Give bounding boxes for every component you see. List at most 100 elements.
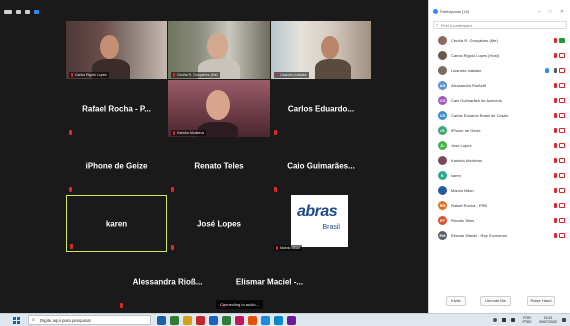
taskbar-app-icon[interactable] [222, 316, 231, 325]
video-tile[interactable]: Carlos Rigolo Lopes [66, 21, 167, 79]
security-shield-icon[interactable] [4, 10, 12, 14]
participant-tile[interactable]: Caio Guimarães... [271, 138, 371, 194]
video-tile[interactable]: Lisandro Inakake [271, 21, 371, 79]
video-off-icon[interactable] [559, 53, 565, 58]
taskbar-app-icon[interactable] [274, 316, 283, 325]
participant-name: Alessandra Rioßeiff [451, 83, 486, 88]
maximize-icon[interactable]: □ [549, 8, 552, 16]
participant-row[interactable]: AR Alessandra Rioßeiff [429, 78, 570, 93]
muted-mic-icon [274, 130, 277, 135]
participant-row[interactable]: RR Rafael Rocha - PRB [429, 198, 570, 213]
taskbar-app-icon[interactable] [209, 316, 218, 325]
video-tile[interactable]: Cecília R. Gonçalves (Me) [168, 21, 270, 79]
mic-icon[interactable] [554, 68, 557, 73]
muted-mic-icon[interactable] [554, 113, 557, 118]
windows-start-icon[interactable] [13, 317, 20, 324]
muted-mic-icon[interactable] [554, 158, 557, 163]
participant-list: Cecília R. Gonçalves (Me) Carlos Rigolo L… [429, 33, 570, 243]
participant-name: Carlos Eduardo... [287, 104, 355, 113]
taskbar-app-icon[interactable] [196, 316, 205, 325]
menu-icon[interactable] [16, 10, 21, 14]
taskbar-app-icon[interactable] [248, 316, 257, 325]
taskbar-app-icon[interactable] [183, 316, 192, 325]
avatar: JL [438, 141, 447, 150]
participant-tile[interactable]: Alessandra Rioß... [117, 253, 218, 310]
muted-mic-icon[interactable] [554, 143, 557, 148]
muted-mic-icon[interactable] [554, 218, 557, 223]
raise-hand-button[interactable]: Raise Hand [527, 296, 555, 306]
participant-row[interactable]: EM Elismar Maciel - Rep Enviromm [429, 228, 570, 243]
video-tile[interactable]: Karinka Modeiros [168, 80, 270, 137]
muted-mic-icon[interactable] [554, 98, 557, 103]
participant-name: iPhone de Geize [85, 161, 148, 171]
video-on-icon[interactable] [559, 38, 565, 43]
participant-row[interactable]: Karinka Modeiros [429, 153, 570, 168]
minimize-icon[interactable]: – [538, 8, 541, 16]
video-off-icon[interactable] [559, 233, 565, 238]
muted-mic-icon[interactable] [554, 173, 557, 178]
people-icon[interactable] [493, 318, 497, 322]
video-off-icon[interactable] [559, 98, 565, 103]
panel-footer: Invite Unmute Me Raise Hand [429, 296, 570, 308]
muted-mic-icon [171, 245, 174, 250]
participant-tile[interactable]: Carlos Eduardo... [271, 80, 371, 137]
video-tile[interactable]: abras Brasil Marcio Milan [271, 195, 371, 252]
participant-row[interactable]: Kkaren [429, 168, 570, 183]
participant-row[interactable]: Carlos Rigolo Lopes (Host) [429, 48, 570, 63]
participant-tile[interactable]: José Lopes [168, 195, 270, 252]
avatar: CG [438, 96, 447, 105]
volume-icon[interactable] [511, 318, 515, 322]
participant-name-label: Karinka Modeiros [171, 130, 207, 136]
video-off-icon[interactable] [559, 173, 565, 178]
muted-mic-icon[interactable] [554, 38, 557, 43]
muted-mic-icon[interactable] [554, 233, 557, 238]
grid-icon[interactable] [25, 10, 30, 14]
muted-mic-icon[interactable] [554, 128, 557, 133]
taskbar-app-icon[interactable] [261, 316, 270, 325]
video-off-icon[interactable] [559, 218, 565, 223]
participant-tile[interactable]: Renato Teles [168, 138, 270, 194]
unmute-me-button[interactable]: Unmute Me [480, 296, 511, 306]
video-off-icon[interactable] [559, 83, 565, 88]
muted-mic-icon [274, 187, 277, 192]
language-indicator[interactable]: POR PTB2 [520, 316, 534, 325]
video-off-icon[interactable] [559, 143, 565, 148]
muted-mic-icon[interactable] [554, 53, 557, 58]
clock[interactable]: 15:21 09/07/2020 [539, 316, 557, 325]
participant-tile[interactable]: iPhone de Geize [66, 138, 167, 194]
muted-mic-icon [70, 244, 73, 249]
notifications-icon[interactable] [562, 318, 566, 322]
participant-row[interactable]: CE Carlos Eduardo Brasil de Castro [429, 108, 570, 123]
avatar: RR [438, 201, 447, 210]
participant-search-input[interactable] [441, 22, 561, 28]
participant-row[interactable]: Marcio Milan [429, 183, 570, 198]
video-off-icon[interactable] [559, 203, 565, 208]
video-off-icon[interactable] [559, 113, 565, 118]
invite-button[interactable]: Invite [446, 296, 466, 306]
taskbar-app-icon[interactable] [157, 316, 166, 325]
close-icon[interactable]: ✕ [560, 8, 564, 16]
window-controls: – □ ✕ [538, 8, 564, 16]
taskbar-search-input[interactable] [40, 317, 148, 324]
taskbar-app-icon[interactable] [287, 316, 296, 325]
video-off-icon[interactable] [559, 68, 565, 73]
video-off-icon[interactable] [559, 188, 565, 193]
gallery-view-icon[interactable] [34, 10, 39, 14]
video-off-icon[interactable] [559, 128, 565, 133]
taskbar-app-icon[interactable] [170, 316, 179, 325]
active-speaker-tile[interactable]: karen [66, 195, 167, 252]
participant-search: ⌕ [433, 21, 567, 29]
video-off-icon[interactable] [559, 158, 565, 163]
participant-row[interactable]: Lisandro Inakake [429, 63, 570, 78]
participant-tile[interactable]: Rafael Rocha - P... [66, 80, 167, 137]
participant-row[interactable]: JL José Lopes [429, 138, 570, 153]
network-icon[interactable] [502, 318, 506, 322]
muted-mic-icon[interactable] [554, 83, 557, 88]
participant-row[interactable]: Cecília R. Gonçalves (Me) [429, 33, 570, 48]
muted-mic-icon[interactable] [554, 203, 557, 208]
participant-row[interactable]: iG iPhone de Geize [429, 123, 570, 138]
participant-row[interactable]: CG Caio Guimarães de Azevedo [429, 93, 570, 108]
muted-mic-icon[interactable] [554, 188, 557, 193]
taskbar-app-icon[interactable] [235, 316, 244, 325]
participant-row[interactable]: RT Renato Teles [429, 213, 570, 228]
